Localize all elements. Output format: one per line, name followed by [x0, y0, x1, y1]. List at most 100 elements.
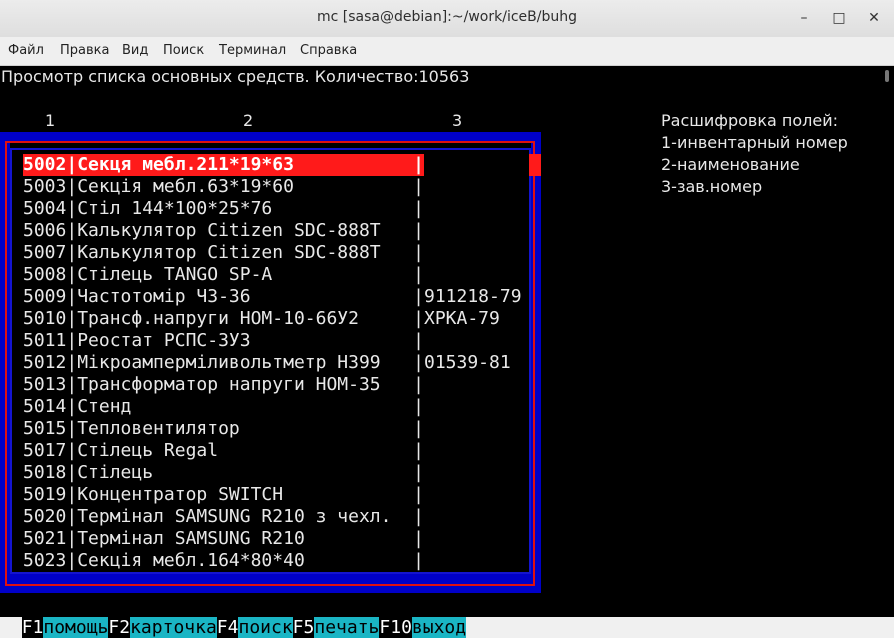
asset-name: Мікроамперміливольтметр Н399 [77, 352, 381, 373]
f2-card-label[interactable]: карточка [130, 617, 217, 638]
minimize-icon[interactable]: – [794, 8, 814, 28]
column-separator: | [413, 396, 424, 417]
column-separator: | [66, 352, 78, 373]
scrollbar[interactable] [880, 66, 894, 617]
inventory-number: 5006 [23, 220, 67, 241]
column-separator: | [413, 528, 424, 549]
column-separator: | [413, 462, 424, 483]
column-separator: | [66, 198, 78, 219]
asset-name: Секція мебл.63*19*60 [77, 176, 294, 197]
f5-print-label[interactable]: печать [314, 617, 380, 638]
inventory-number: 5002 [23, 154, 67, 175]
f4-search-label[interactable]: поиск [238, 617, 293, 638]
column-separator: | [66, 220, 78, 241]
f2-key[interactable]: F2 [108, 617, 131, 638]
table-row[interactable]: 5015|Тепловентилятор | [23, 418, 424, 440]
asset-name: Частотомір Ч3-36 [77, 286, 251, 307]
title-bar: mc [sasa@debian]:~/work/iceB/buhg – □ ✕ [0, 0, 894, 38]
asset-name: Реостат РСПС-3У3 [77, 330, 251, 351]
column-separator: | [413, 506, 425, 527]
asset-name: Секція мебл.164*80*40 [77, 550, 305, 571]
asset-name: Трансф.напруги НОМ-10-66У2 [77, 308, 359, 329]
inventory-number: 5009 [23, 286, 67, 307]
column-separator: | [66, 418, 78, 439]
asset-name: Трансформатор напруги НОМ-35 [77, 374, 381, 395]
f1-key[interactable]: F1 [21, 617, 44, 638]
table-row[interactable]: 5004|Стіл 144*100*25*76 | [23, 198, 424, 220]
inventory-number: 5013 [23, 374, 67, 395]
serial-number: ХРКА-79 [424, 308, 500, 329]
asset-name: Тепловентилятор [77, 418, 240, 439]
inventory-number: 5021 [23, 528, 67, 549]
table-row[interactable]: 5023|Секція мебл.164*80*40 | [23, 550, 424, 572]
maximize-icon[interactable]: □ [829, 8, 849, 28]
table-row[interactable]: 5008|Стілець TANGO SP-A | [23, 264, 424, 286]
menu-help[interactable]: Справка [300, 43, 357, 58]
asset-name: Термінал SAMSUNG R210 [77, 528, 305, 549]
f10-exit-label[interactable]: выход [411, 617, 467, 638]
column-separator: | [413, 242, 424, 263]
inventory-number: 5008 [23, 264, 67, 285]
inventory-number: 5015 [23, 418, 67, 439]
column-number-3: 3 [452, 111, 463, 130]
column-separator: | [66, 264, 78, 285]
menu-search[interactable]: Поиск [163, 43, 204, 58]
asset-name: Термінал SAMSUNG R210 з чехл. [77, 506, 392, 527]
column-separator: | [66, 176, 78, 197]
column-separator: | [66, 528, 78, 549]
column-separator: | [413, 198, 425, 219]
table-row[interactable]: 5006|Калькулятор Citizen SDC-888T | [23, 220, 424, 242]
scrollbar-thumb[interactable] [885, 70, 889, 82]
column-separator: | [66, 462, 78, 483]
table-row[interactable]: 5019|Концентратор SWITCH | [23, 484, 424, 506]
column-number-1: 1 [45, 111, 56, 130]
column-separator: | [66, 506, 78, 527]
inventory-number: 5003 [23, 176, 67, 197]
table-row[interactable]: 5013|Трансформатор напруги НОМ-35 | [23, 374, 424, 396]
f1-help-label[interactable]: помощь [43, 617, 109, 638]
menu-view[interactable]: Вид [122, 43, 148, 58]
menu-file[interactable]: Файл [8, 43, 44, 58]
f5-key[interactable]: F5 [292, 617, 315, 638]
column-separator: | [413, 286, 424, 307]
close-icon[interactable]: ✕ [864, 8, 884, 28]
table-row[interactable]: 5010|Трансф.напруги НОМ-10-66У2 |ХРКА-79 [23, 308, 500, 330]
asset-name: Стілець Regal [77, 440, 219, 461]
inventory-number: 5017 [23, 440, 67, 461]
column-separator: | [66, 330, 78, 351]
inventory-number: 5020 [23, 506, 67, 527]
table-row[interactable]: 5018|Стілець | [23, 462, 424, 484]
inventory-number: 5010 [23, 308, 67, 329]
selection-marker [529, 154, 541, 176]
table-row[interactable]: 5020|Термінал SAMSUNG R210 з чехл. | [23, 506, 424, 528]
table-row[interactable]: 5003|Секція мебл.63*19*60 | [23, 176, 424, 198]
table-row[interactable]: 5011|Реостат РСПС-3У3 | [23, 330, 424, 352]
table-row[interactable]: 5021|Термінал SAMSUNG R210 | [23, 528, 424, 550]
asset-name: Калькулятор Citizen SDC-888T [77, 242, 381, 263]
table-row[interactable]: 5009|Частотомір Ч3-36 |911218-79 [23, 286, 522, 308]
inventory-number: 5004 [23, 198, 67, 219]
asset-name: Калькулятор Citizen SDC-888T [77, 220, 381, 241]
table-row-selected[interactable]: 5002|Секця мебл.211*19*63 | [23, 154, 425, 176]
table-row[interactable]: 5017|Стілець Regal | [23, 440, 424, 462]
table-row[interactable]: 5012|Мікроамперміливольтметр Н399 |01539… [23, 352, 511, 374]
function-key-bar: F1помощьF2карточкаF4поискF5печатьF10выхо… [0, 596, 467, 638]
column-separator: | [413, 418, 424, 439]
table-row[interactable]: 5007|Калькулятор Citizen SDC-888T | [23, 242, 424, 264]
f10-key[interactable]: F10 [379, 617, 412, 638]
inventory-number: 5019 [23, 484, 67, 505]
asset-name: Концентратор SWITCH [77, 484, 284, 505]
column-separator: | [413, 440, 425, 461]
f4-key[interactable]: F4 [216, 617, 239, 638]
column-separator: | [413, 484, 424, 505]
column-separator: | [66, 550, 78, 571]
inventory-number: 5007 [23, 242, 67, 263]
asset-name: Стілець [77, 462, 154, 483]
legend-title: Расшифровка полей: [661, 111, 839, 130]
menu-terminal[interactable]: Терминал [219, 43, 286, 58]
table-row[interactable]: 5014|Стенд | [23, 396, 424, 418]
menu-edit[interactable]: Правка [60, 43, 109, 58]
legend-item: 2-наименование [661, 155, 800, 174]
column-separator: | [66, 242, 78, 263]
asset-name: Стіл 144*100*25*76 [77, 198, 273, 219]
